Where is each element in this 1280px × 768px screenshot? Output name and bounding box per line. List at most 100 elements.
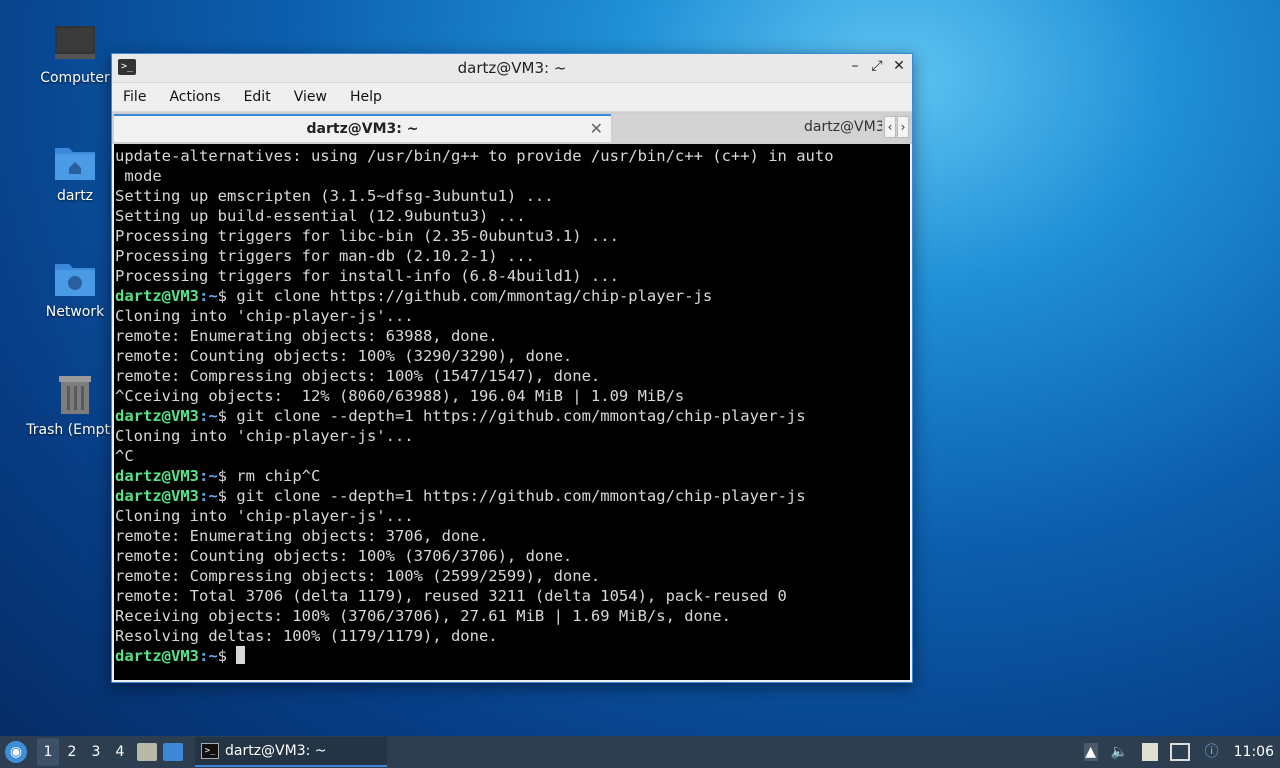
prompt-path: :~ [199,487,218,505]
desktop-icon-computer[interactable]: Computer [25,24,125,86]
terminal-line: Cloning into 'chip-player-js'... [115,426,910,446]
terminal-line-text: $ git clone https://github.com/mmontag/c… [217,287,713,305]
tab-label: dartz@VM3: ~ [306,121,419,137]
tray-arrow-icon[interactable]: ▲ [1083,743,1098,761]
terminal-line: remote: Enumerating objects: 3706, done. [115,526,910,546]
workspace-2[interactable]: 2 [61,738,83,766]
desktop-icon-label: Trash (Empty) [26,422,124,438]
menu-help[interactable]: Help [343,89,389,105]
tab-close-icon[interactable]: ✕ [590,119,603,138]
terminal-line: dartz@VM3:~$ git clone --depth=1 https:/… [115,406,910,426]
tab-label: dartz@VM3: ~ [804,119,882,135]
prompt-path: :~ [199,407,218,425]
terminal-line-text: remote: Enumerating objects: 3706, done. [115,527,489,545]
system-tray: ▲ 🔈 ⓘ 11:06 [1083,736,1280,768]
menu-view[interactable]: View [287,89,334,105]
desktop-icon-home[interactable]: dartz [25,142,125,204]
terminal-line: mode [115,166,910,186]
terminal-line-text: Processing triggers for libc-bin (2.35-0… [115,227,619,245]
network-folder-icon [55,264,95,296]
show-desktop-icon[interactable] [163,743,183,761]
terminal-line: dartz@VM3:~$ rm chip^C [115,466,910,486]
terminal-line-text: update-alternatives: using /usr/bin/g++ … [115,147,834,165]
terminal-icon: >_ [118,59,136,75]
close-icon[interactable]: ✕ [892,58,906,74]
terminal-line-text: remote: Counting objects: 100% (3706/370… [115,547,573,565]
terminal-line-text: Cloning into 'chip-player-js'... [115,427,414,445]
maximize-icon[interactable]: ⤢ [870,58,884,74]
terminal-line: Processing triggers for install-info (6.… [115,266,910,286]
prompt-user: dartz@VM3 [115,407,199,425]
terminal-line-text: Processing triggers for install-info (6.… [115,267,619,285]
terminal-line-text: remote: Compressing objects: 100% (1547/… [115,367,601,385]
menu-bar: File Actions Edit View Help [112,83,912,111]
terminal-icon: >_ [201,743,219,759]
terminal-cursor [236,646,246,664]
window-title: dartz@VM3: ~ [457,59,567,77]
file-manager-icon[interactable] [137,743,157,761]
terminal-line-text: remote: Counting objects: 100% (3290/329… [115,347,573,365]
terminal-line-text: Cloning into 'chip-player-js'... [115,507,414,525]
clock[interactable]: 11:06 [1234,744,1274,760]
desktop-icon-network[interactable]: Network [25,258,125,320]
desktop-icon-trash[interactable]: Trash (Empty) [25,374,125,438]
prompt-path: :~ [199,287,218,305]
workspace-3[interactable]: 3 [85,738,107,766]
tab-active[interactable]: dartz@VM3: ~ ✕ [114,114,611,142]
window-titlebar[interactable]: >_ dartz@VM3: ~ – ⤢ ✕ [112,54,912,83]
terminal-line: Receiving objects: 100% (3706/3706), 27.… [115,606,910,626]
tab-scroll-left-icon[interactable]: ‹ [884,116,896,138]
terminal-line: remote: Compressing objects: 100% (2599/… [115,566,910,586]
terminal-line: ^Cceiving objects: 12% (8060/63988), 196… [115,386,910,406]
terminal-line-text: remote: Enumerating objects: 63988, done… [115,327,498,345]
terminal-output[interactable]: update-alternatives: using /usr/bin/g++ … [114,144,910,680]
terminal-line-text: ^Cceiving objects: 12% (8060/63988), 196… [115,387,685,405]
prompt-path: :~ [199,647,218,665]
terminal-line: dartz@VM3:~$ git clone https://github.co… [115,286,910,306]
terminal-line: update-alternatives: using /usr/bin/g++ … [115,146,910,166]
home-folder-icon [55,148,95,180]
minimize-icon[interactable]: – [848,58,862,74]
menu-actions[interactable]: Actions [162,89,227,105]
terminal-line: dartz@VM3:~$ git clone --depth=1 https:/… [115,486,910,506]
tab-bar: dartz@VM3: ~ ✕ dartz@VM3: ~ ‹ › [112,111,912,144]
menu-file[interactable]: File [116,89,153,105]
terminal-line: remote: Enumerating objects: 63988, done… [115,326,910,346]
prompt-user: dartz@VM3 [115,487,199,505]
desktop-icon-label: dartz [56,188,94,204]
terminal-line: remote: Counting objects: 100% (3290/329… [115,346,910,366]
terminal-line: Setting up build-essential (12.9ubuntu3)… [115,206,910,226]
terminal-line: Processing triggers for man-db (2.10.2-1… [115,246,910,266]
workspace-1[interactable]: 1 [37,738,59,766]
terminal-line-text: Receiving objects: 100% (3706/3706), 27.… [115,607,731,625]
menu-edit[interactable]: Edit [237,89,278,105]
terminal-window: >_ dartz@VM3: ~ – ⤢ ✕ File Actions Edit … [111,53,913,683]
terminal-line: dartz@VM3:~$ [115,646,910,666]
computer-icon [55,26,95,59]
terminal-line-text: remote: Total 3706 (delta 1179), reused … [115,587,787,605]
terminal-line-text: mode [115,167,162,185]
clipboard-icon[interactable] [1141,743,1158,761]
terminal-line-text: $ git clone --depth=1 https://github.com… [217,407,806,425]
terminal-line: ^C [115,446,910,466]
taskbar-terminal-button[interactable]: >_ dartz@VM3: ~ [195,737,387,767]
tab-inactive[interactable]: dartz@VM3: ~ [612,114,882,142]
terminal-line: Setting up emscripten (3.1.5~dfsg-3ubunt… [115,186,910,206]
network-icon[interactable] [1169,743,1190,761]
prompt-user: dartz@VM3 [115,647,199,665]
start-menu-icon[interactable]: ◉ [5,741,27,763]
volume-icon[interactable]: 🔈 [1110,743,1130,761]
terminal-line: Processing triggers for libc-bin (2.35-0… [115,226,910,246]
terminal-line: remote: Compressing objects: 100% (1547/… [115,366,910,386]
taskbar-task-label: dartz@VM3: ~ [225,743,327,759]
trash-icon [59,376,91,414]
terminal-line-text: Setting up build-essential (12.9ubuntu3)… [115,207,526,225]
terminal-line-text: Cloning into 'chip-player-js'... [115,307,414,325]
notification-icon[interactable]: ⓘ [1202,743,1222,761]
taskbar: ◉ 1 2 3 4 >_ dartz@VM3: ~ ▲ 🔈 ⓘ 11:06 [0,736,1280,768]
prompt-user: dartz@VM3 [115,467,199,485]
workspace-4[interactable]: 4 [109,738,131,766]
tab-scroll-right-icon[interactable]: › [897,116,909,138]
prompt-user: dartz@VM3 [115,287,199,305]
desktop-icon-label: Computer [40,70,110,86]
